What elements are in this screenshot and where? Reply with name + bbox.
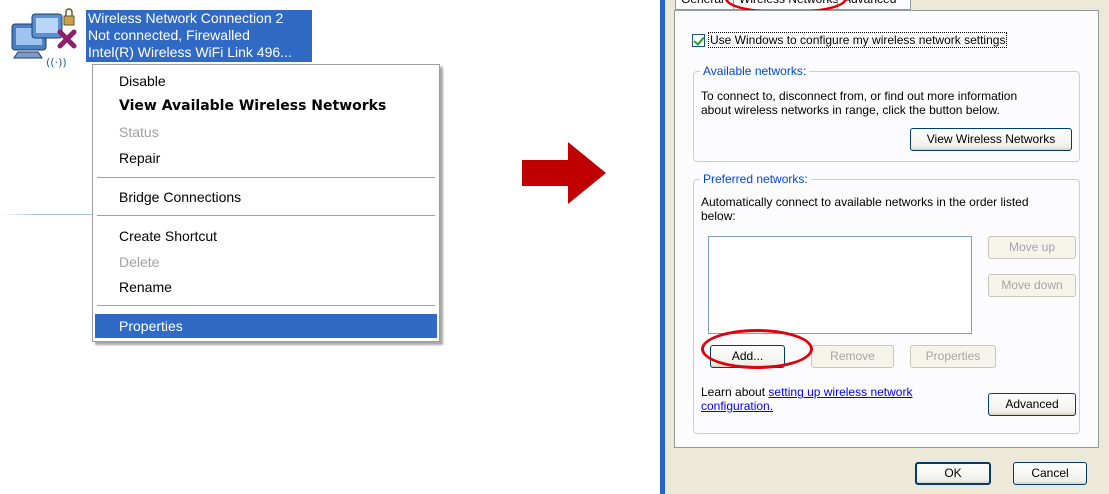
available-networks-group: Available networks: To connect to, disco…: [693, 64, 1080, 162]
use-windows-checkbox[interactable]: [692, 33, 705, 47]
menu-item-properties[interactable]: Properties: [95, 314, 437, 338]
properties-button[interactable]: Properties: [910, 345, 996, 368]
menu-item-rename[interactable]: Rename: [95, 275, 437, 299]
context-menu: Disable View Available Wireless Networks…: [92, 64, 440, 342]
learn-about-link-2[interactable]: configuration.: [701, 399, 773, 413]
menu-item-delete: Delete: [119, 254, 160, 270]
remove-button[interactable]: Remove: [811, 345, 894, 368]
tab-advanced[interactable]: Advanced: [837, 0, 911, 10]
menu-item-bridge-connections[interactable]: Bridge Connections: [95, 185, 437, 209]
move-up-button[interactable]: Move up: [988, 236, 1076, 259]
available-networks-title: Available networks:: [700, 64, 810, 78]
move-down-button[interactable]: Move down: [988, 274, 1076, 297]
menu-item-create-shortcut[interactable]: Create Shortcut: [95, 224, 437, 248]
menu-item-view-wireless-networks[interactable]: View Available Wireless Networks: [95, 94, 437, 118]
menu-separator: [97, 305, 435, 306]
cancel-button[interactable]: Cancel: [1013, 462, 1087, 485]
menu-item-repair[interactable]: Repair: [95, 146, 437, 170]
menu-separator: [97, 215, 435, 216]
use-windows-checkbox-row[interactable]: Use Windows to configure my wireless net…: [692, 32, 1008, 48]
preferred-desc-1: Automatically connect to available netwo…: [701, 195, 1029, 209]
menu-item-disable[interactable]: Disable: [95, 69, 437, 93]
arrow-right-icon: [522, 142, 606, 204]
advanced-button[interactable]: Advanced: [988, 393, 1076, 416]
tab-panel: Use Windows to configure my wireless net…: [674, 10, 1099, 448]
divider-line: [0, 214, 92, 215]
preferred-networks-list[interactable]: [708, 236, 972, 334]
menu-item-status: Status: [119, 124, 159, 140]
learn-about-link-1[interactable]: setting up wireless network: [768, 385, 912, 399]
connection-adapter: Intel(R) Wireless WiFi Link 496...: [88, 44, 292, 60]
annotation-circle-add: [701, 329, 813, 369]
wireless-connection-icon[interactable]: ((·)): [8, 6, 84, 72]
available-desc-2: about wireless networks in range, click …: [701, 103, 1000, 117]
svg-text:((·)): ((·)): [46, 56, 67, 69]
preferred-networks-title: Preferred networks:: [700, 172, 811, 186]
ok-button[interactable]: OK: [915, 462, 991, 485]
preferred-networks-group: Preferred networks: Automatically connec…: [693, 172, 1080, 434]
menu-separator: [97, 177, 435, 178]
use-windows-checkbox-label: Use Windows to configure my wireless net…: [707, 32, 1008, 48]
available-desc-1: To connect to, disconnect from, or find …: [701, 89, 1018, 103]
learn-about-prefix: Learn about: [701, 385, 769, 399]
connection-name: Wireless Network Connection 2: [88, 10, 284, 26]
connection-label[interactable]: Wireless Network Connection 2 Not connec…: [86, 10, 312, 62]
wireless-properties-dialog: General Wireless Networks Advanced Use W…: [660, 0, 1109, 494]
preferred-desc-2: below:: [701, 209, 736, 223]
connection-status: Not connected, Firewalled: [88, 27, 250, 43]
view-wireless-networks-button[interactable]: View Wireless Networks: [910, 128, 1072, 151]
learn-about-text: Learn about setting up wireless network …: [701, 385, 971, 413]
